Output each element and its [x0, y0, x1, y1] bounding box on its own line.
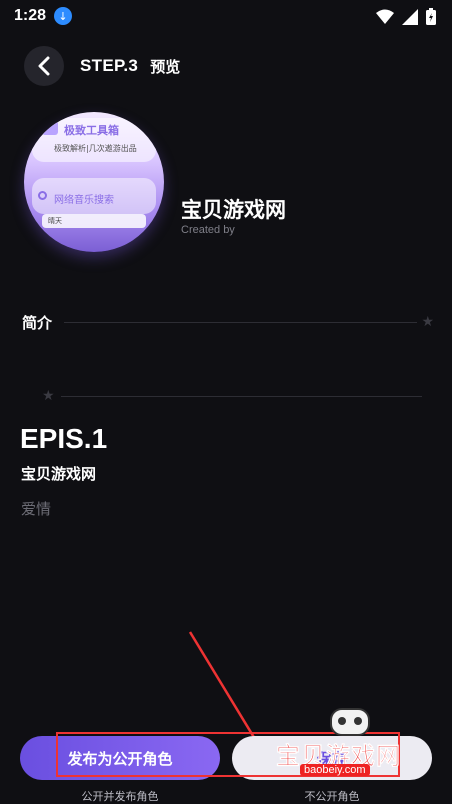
- status-icons: [376, 8, 436, 25]
- avatar-app-title: 极致工具箱: [64, 124, 119, 137]
- gamepad-button: [338, 717, 346, 725]
- avatar-subtitle: 极致解析|几次遨游出品: [54, 144, 137, 153]
- star-icon: ★: [421, 314, 434, 330]
- save-caption: 不公开角色: [304, 790, 360, 803]
- intro-section: 简介 ★: [22, 312, 434, 332]
- status-bar: 1:28 ↓: [0, 0, 452, 32]
- publish-caption: 公开并发布角色: [81, 790, 159, 803]
- divider: [64, 321, 418, 323]
- wifi-icon: [376, 9, 394, 24]
- intro-label: 简介: [22, 313, 53, 332]
- episode-tag: 爱情: [21, 500, 52, 518]
- search-icon: [38, 191, 47, 200]
- character-name: 宝贝游戏网: [181, 198, 286, 222]
- watermark-url: baobeiy.com: [300, 764, 370, 776]
- gamepad-icon: [330, 708, 370, 736]
- avatar-strip-text: 晴天: [48, 217, 62, 225]
- page-title: 预览: [150, 57, 181, 76]
- divider: [60, 395, 422, 397]
- header: STEP.3 预览: [24, 46, 452, 86]
- gamepad-button: [354, 717, 362, 725]
- download-icon: ↓: [54, 7, 73, 25]
- toolbox-icon: [42, 121, 58, 135]
- avatar-search-label: 网络音乐搜索: [54, 195, 114, 206]
- star-icon: ★: [42, 388, 55, 404]
- status-time: 1:28: [14, 7, 47, 24]
- chevron-left-icon: [38, 56, 50, 76]
- avatar[interactable]: 极致工具箱 极致解析|几次遨游出品 网络音乐搜索 晴天: [24, 112, 164, 252]
- battery-icon: [426, 8, 436, 25]
- created-by-label: Created by: [181, 224, 235, 236]
- back-button[interactable]: [24, 46, 64, 86]
- episode-name: 宝贝游戏网: [21, 465, 97, 483]
- signal-icon: [402, 8, 418, 25]
- episode-number: EPIS.1: [20, 423, 108, 454]
- step-label: STEP.3: [80, 56, 139, 75]
- intro-content: ★: [38, 386, 422, 406]
